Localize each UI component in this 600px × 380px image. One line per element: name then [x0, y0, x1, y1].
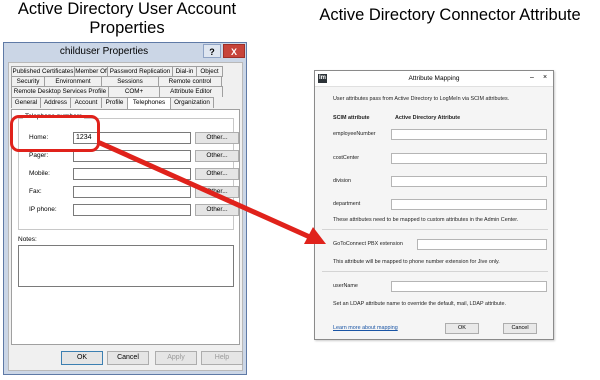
tab-remote-desktop-services-profile[interactable]: Remote Desktop Services Profile — [11, 86, 109, 97]
cost-center-input[interactable] — [391, 153, 547, 164]
separator — [322, 271, 548, 272]
home-field-highlight — [10, 115, 100, 152]
apply-button[interactable]: Apply — [155, 351, 197, 365]
ad-column-header: Active Directory Attribute — [395, 115, 461, 121]
help-button[interactable]: Help — [201, 351, 243, 365]
cancel-button[interactable]: Cancel — [107, 351, 149, 365]
mobile-row: Mobile: Other... — [29, 168, 239, 180]
employee-number-label: employeeNumber — [333, 131, 376, 137]
ip-phone-other-button[interactable]: Other... — [195, 204, 239, 216]
pager-other-button[interactable]: Other... — [195, 150, 239, 162]
tab-address[interactable]: Address — [40, 97, 71, 108]
properties-title: childuser Properties — [59, 46, 149, 57]
fax-row: Fax: Other... — [29, 186, 239, 198]
properties-body: Published Certificates Member Of Passwor… — [8, 62, 243, 371]
close-title-button[interactable]: X — [223, 44, 245, 58]
help-title-button[interactable]: ? — [203, 44, 221, 58]
mobile-input[interactable] — [73, 168, 191, 180]
attribute-mapping-title-bar: lm Attribute Mapping – × — [315, 71, 553, 87]
tab-row-3: Remote Desktop Services Profile COM+ Att… — [11, 86, 223, 97]
employee-number-input[interactable] — [391, 129, 547, 140]
properties-window: childuser Properties ? X Published Certi… — [3, 42, 247, 375]
separator — [322, 229, 548, 230]
close-icon[interactable]: × — [540, 73, 550, 83]
left-heading-line-1: Active Directory User Account — [17, 0, 237, 18]
ok-button[interactable]: OK — [61, 351, 103, 365]
tab-row-4: General Address Account Profile Telephon… — [11, 97, 214, 109]
fax-input[interactable] — [73, 186, 191, 198]
mobile-label: Mobile: — [29, 170, 50, 177]
attribute-mapping-dialog: lm Attribute Mapping – × User attributes… — [314, 70, 554, 340]
custom-attributes-note: These attributes need to be mapped to cu… — [333, 217, 519, 223]
department-label: department — [333, 201, 361, 207]
cost-center-label: costCenter — [333, 155, 360, 161]
username-input[interactable] — [391, 281, 547, 292]
tab-com-plus[interactable]: COM+ — [108, 86, 160, 97]
tab-account[interactable]: Account — [70, 97, 102, 108]
tab-attribute-editor[interactable]: Attribute Editor — [159, 86, 223, 97]
department-input[interactable] — [391, 199, 547, 210]
home-other-button[interactable]: Other... — [195, 132, 239, 144]
fax-other-button[interactable]: Other... — [195, 186, 239, 198]
division-input[interactable] — [391, 176, 547, 187]
division-label: division — [333, 178, 351, 184]
extension-note: This attribute will be mapped to phone n… — [333, 259, 500, 265]
fax-label: Fax: — [29, 188, 42, 195]
ip-phone-label: IP phone: — [29, 206, 57, 213]
mapping-cancel-button[interactable]: Cancel — [503, 323, 537, 334]
right-heading: Active Directory Connector Attribute — [319, 6, 581, 24]
attribute-mapping-title: Attribute Mapping — [408, 75, 460, 82]
left-heading: Active Directory User Account Properties — [4, 0, 250, 38]
gotoconnect-pbx-extension-label: GoToConnect PBX extension — [333, 241, 403, 247]
minimize-icon[interactable]: – — [527, 73, 537, 83]
left-heading-line-2: Properties — [89, 19, 165, 37]
intro-text: User attributes pass from Active Directo… — [333, 96, 510, 102]
ip-phone-input[interactable] — [73, 204, 191, 216]
tab-telephones[interactable]: Telephones — [127, 97, 171, 109]
scim-column-header: SCIM attribute — [333, 115, 370, 121]
ip-phone-row: IP phone: Other... — [29, 204, 239, 216]
tab-profile[interactable]: Profile — [101, 97, 128, 108]
notes-textarea[interactable] — [18, 245, 234, 287]
learn-more-link[interactable]: Learn more about mapping — [333, 325, 398, 331]
pager-label: Pager: — [29, 152, 49, 159]
tab-organization[interactable]: Organization — [170, 97, 214, 108]
mapping-ok-button[interactable]: OK — [445, 323, 479, 334]
username-label: userName — [333, 283, 358, 289]
notes-label: Notes: — [18, 236, 37, 243]
ldap-override-note: Set an LDAP attribute name to override t… — [333, 301, 506, 307]
properties-title-bar: childuser Properties ? X — [4, 43, 246, 61]
mobile-other-button[interactable]: Other... — [195, 168, 239, 180]
gotoconnect-pbx-extension-input[interactable] — [417, 239, 547, 250]
tab-general[interactable]: General — [11, 97, 41, 108]
